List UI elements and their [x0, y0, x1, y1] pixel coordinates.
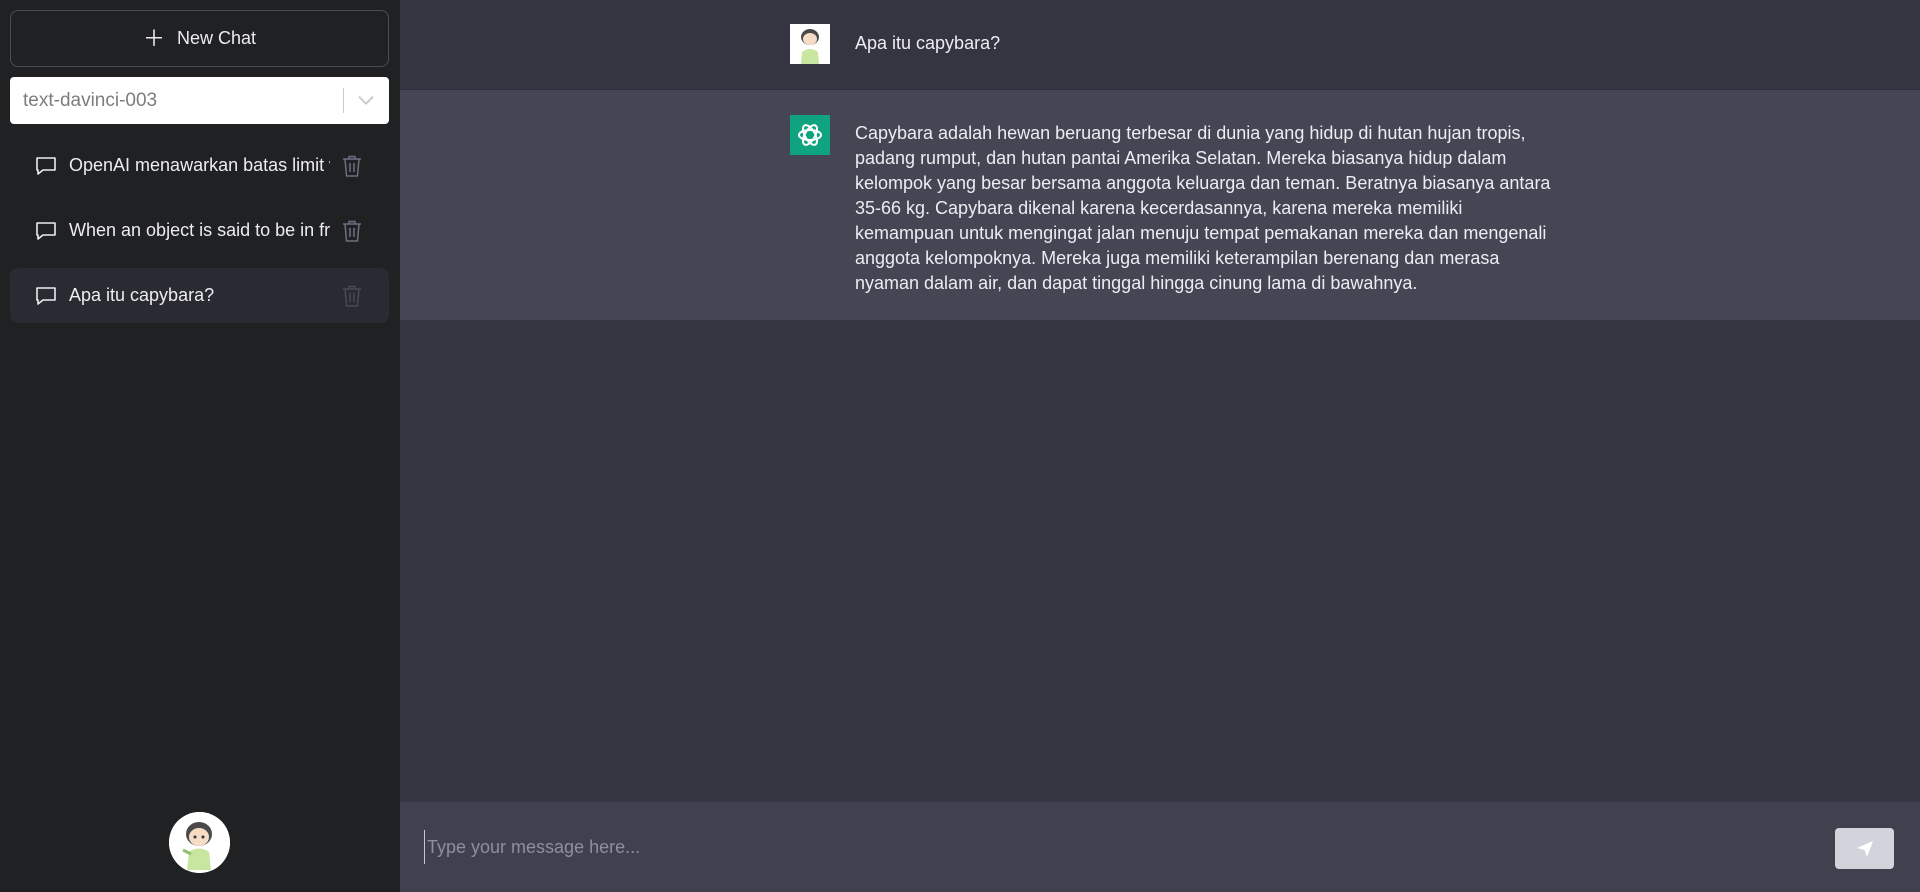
user-avatar[interactable] — [169, 812, 230, 873]
assistant-message: Capybara adalah hewan beruang terbesar d… — [400, 90, 1920, 320]
conversation-list: OpenAI menawarkan batas limit w When an … — [10, 138, 390, 323]
chat-bubble-icon — [36, 286, 56, 305]
model-select-value: text-davinci-003 — [23, 89, 158, 111]
new-chat-button[interactable]: ＋ New Chat — [10, 10, 389, 67]
trash-icon[interactable] — [341, 219, 363, 243]
conversation-item[interactable]: OpenAI menawarkan batas limit w — [10, 138, 389, 193]
message-input[interactable] — [424, 830, 1804, 864]
user-message: Apa itu capybara? — [400, 0, 1920, 90]
trash-icon[interactable] — [341, 154, 363, 178]
app: ＋ New Chat text-davinci-003 OpenAI menaw… — [0, 0, 1920, 892]
sidebar: ＋ New Chat text-davinci-003 OpenAI menaw… — [0, 0, 400, 892]
trash-icon[interactable] — [341, 284, 363, 308]
plus-icon: ＋ — [142, 25, 165, 51]
send-button[interactable] — [1835, 828, 1894, 869]
conversation-item[interactable]: When an object is said to be in fre — [10, 203, 389, 258]
conversation-title: When an object is said to be in fre — [69, 220, 330, 240]
paper-plane-icon — [1856, 840, 1873, 857]
chat-area: Apa itu capybara? Capybara adalah hewan … — [400, 0, 1920, 892]
user-message-avatar — [790, 24, 830, 64]
composer — [400, 802, 1920, 892]
chat-bubble-icon — [36, 156, 56, 175]
chevron-down-icon[interactable] — [355, 89, 377, 111]
conversation-title: OpenAI menawarkan batas limit w — [69, 155, 330, 175]
conversation-item-active[interactable]: Apa itu capybara? — [10, 268, 389, 323]
model-select[interactable]: text-davinci-003 — [10, 77, 389, 124]
user-message-text: Apa itu capybara? — [855, 33, 1001, 53]
avatar-illustration — [169, 812, 230, 873]
new-chat-label: New Chat — [176, 28, 257, 48]
chat-bubble-icon — [36, 221, 56, 240]
select-separator — [343, 88, 344, 113]
conversation-title: Apa itu capybara? — [69, 285, 215, 305]
openai-logo-icon — [790, 115, 830, 155]
assistant-message-text: Capybara adalah hewan beruang terbesar d… — [855, 123, 1551, 293]
